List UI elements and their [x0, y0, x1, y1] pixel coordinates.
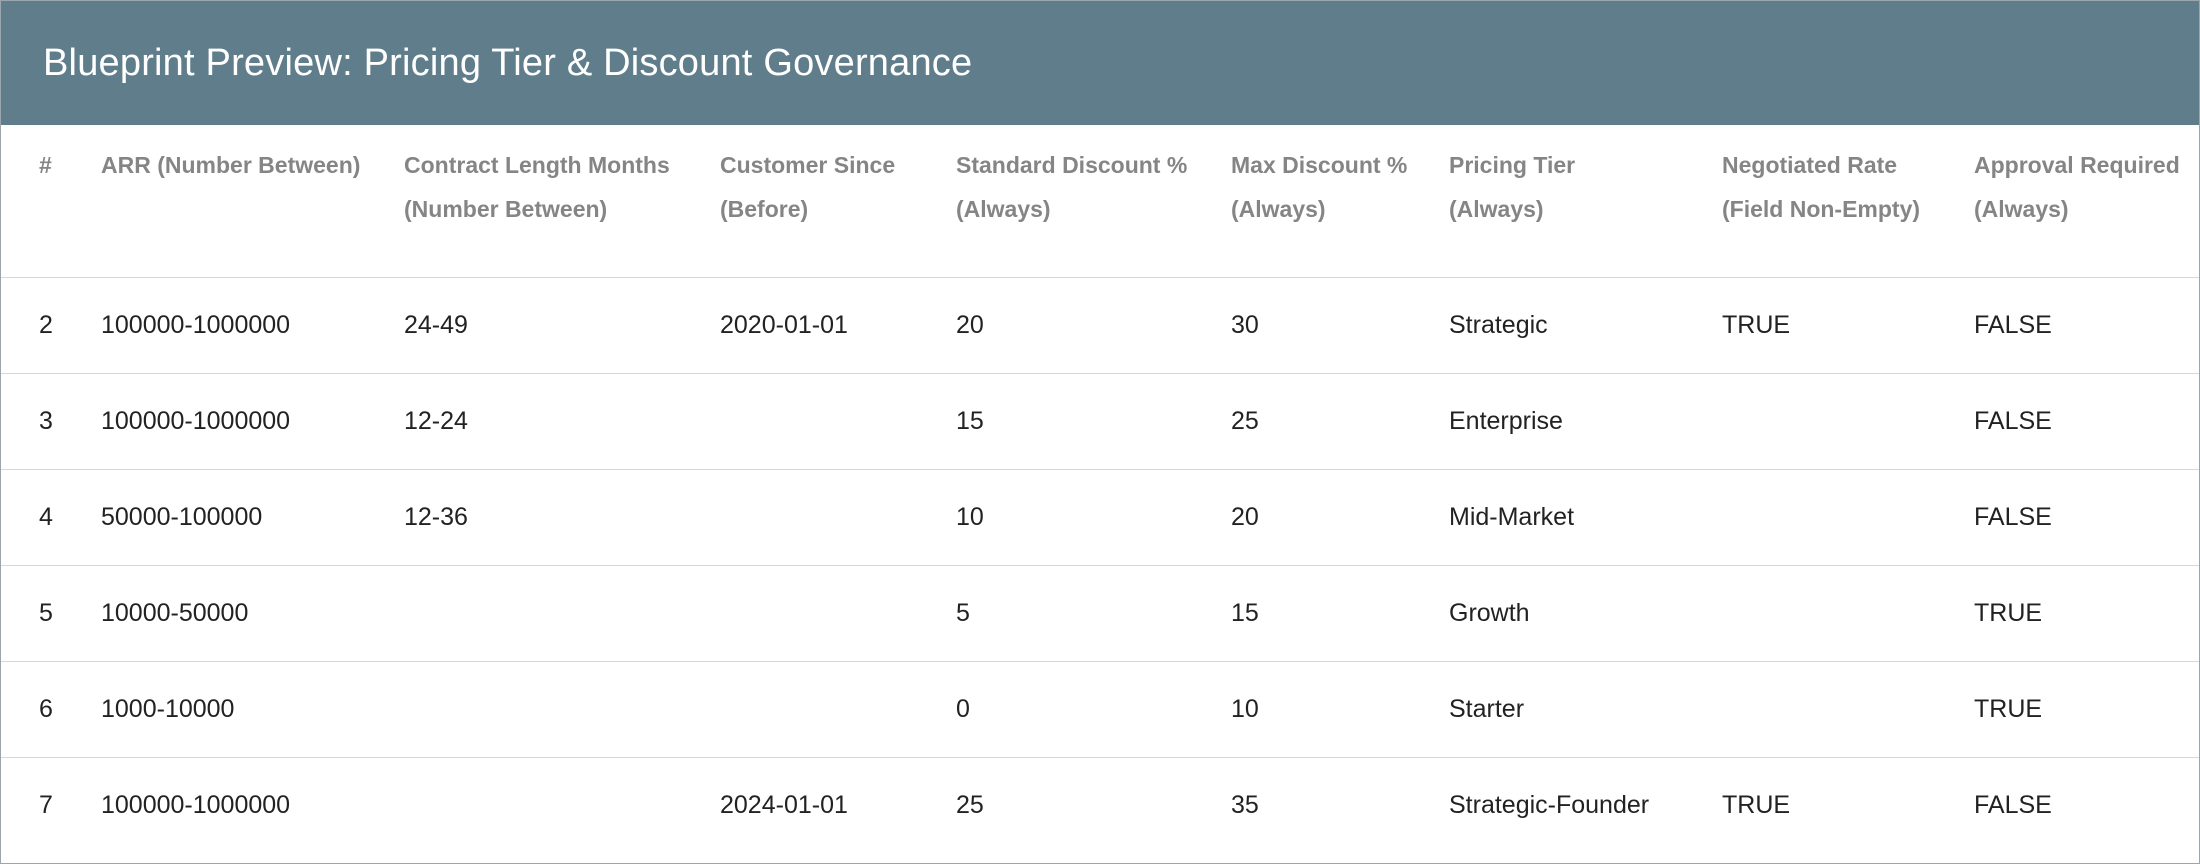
cell-arr: 100000-1000000 — [101, 277, 404, 374]
column-header-index: # — [1, 125, 101, 278]
column-header-label: Approval Required — [1974, 152, 2180, 178]
cell-index: 6 — [1, 661, 101, 758]
cell-contract-length — [404, 565, 720, 662]
cell-contract-length: 24-49 — [404, 277, 720, 374]
cell-arr: 10000-50000 — [101, 565, 404, 662]
column-header-label: Standard Discount % — [956, 152, 1188, 178]
cell-contract-length — [404, 661, 720, 758]
column-header-sublabel: (Always) — [1231, 196, 1326, 222]
cell-arr: 100000-1000000 — [101, 373, 404, 470]
column-header-arr: ARR (Number Between) — [101, 125, 404, 278]
cell-index: 7 — [39, 790, 53, 819]
blueprint-preview-panel: Blueprint Preview: Pricing Tier & Discou… — [0, 0, 2200, 864]
cell-index: 4 — [1, 469, 101, 566]
cell-negotiated-rate — [1722, 565, 1974, 662]
column-header-label: Customer Since — [720, 152, 896, 178]
table-header-row: # ARR (Number Between) Contract Length Mon… — [1, 125, 2199, 278]
column-header-contract-length: Contract Length Months (Number Between) — [404, 125, 720, 278]
cell-standard-discount: 0 — [956, 661, 1231, 758]
cell-pricing-tier: Strategic — [1449, 277, 1722, 374]
cell-customer-since — [720, 373, 956, 470]
cell-standard-discount: 20 — [956, 277, 1231, 374]
page-title: Blueprint Preview: Pricing Tier & Discou… — [43, 41, 973, 84]
column-header-pricing-tier: Pricing Tier (Always) — [1449, 125, 1722, 278]
cell-approval-required: FALSE — [1974, 277, 2199, 374]
table-row: 7 100000-1000000 2024-01-01 25 35 Strategic-F… — [1, 757, 2199, 853]
cell-customer-since — [720, 565, 956, 662]
column-header-standard-discount: Standard Discount % (Always) — [956, 125, 1231, 278]
column-header-max-discount: Max Discount % (Always) — [1231, 125, 1449, 278]
cell-index: 2 — [1, 277, 101, 374]
column-header-label: Contract Length Months — [404, 152, 670, 178]
column-header-label: # — [39, 152, 52, 178]
cell-arr: 1000-10000 — [101, 661, 404, 758]
cell-negotiated-rate — [1722, 469, 1974, 566]
cell-customer-since: 2024-01-01 — [720, 790, 848, 819]
cell-standard-discount: 25 — [956, 790, 984, 819]
column-header-label: Pricing Tier — [1449, 152, 1576, 178]
cell-customer-since: 2020-01-01 — [720, 277, 956, 374]
cell-pricing-tier: Growth — [1449, 565, 1722, 662]
column-header-sublabel: (Always) — [1449, 196, 1544, 222]
cell-max-discount: 25 — [1231, 373, 1449, 470]
cell-negotiated-rate: TRUE — [1722, 277, 1974, 374]
column-header-label: Negotiated Rate — [1722, 152, 1898, 178]
cell-negotiated-rate: TRUE — [1722, 790, 1791, 819]
cell-pricing-tier: Enterprise — [1449, 373, 1722, 470]
cell-max-discount: 35 — [1231, 790, 1259, 819]
cell-max-discount: 30 — [1231, 277, 1449, 374]
cell-standard-discount: 5 — [956, 565, 1231, 662]
cell-approval-required: FALSE — [1974, 373, 2199, 470]
table-row: 3 100000-1000000 12-24 15 25 Enterprise FALSE — [1, 373, 2199, 470]
column-header-label: ARR (Number Between) — [101, 152, 361, 178]
rules-table: # ARR (Number Between) Contract Length Mon… — [1, 125, 2199, 853]
cell-index: 5 — [1, 565, 101, 662]
cell-customer-since — [720, 469, 956, 566]
cell-negotiated-rate — [1722, 661, 1974, 758]
cell-approval-required: TRUE — [1974, 565, 2199, 662]
column-header-label: Max Discount % — [1231, 152, 1408, 178]
column-header-sublabel: (Always) — [956, 196, 1051, 222]
cell-max-discount: 10 — [1231, 661, 1449, 758]
cell-pricing-tier: Starter — [1449, 661, 1722, 758]
cell-contract-length: 12-36 — [404, 469, 720, 566]
title-bar: Blueprint Preview: Pricing Tier & Discou… — [1, 1, 2199, 125]
cell-customer-since — [720, 661, 956, 758]
cell-standard-discount: 10 — [956, 469, 1231, 566]
cell-arr: 100000-1000000 — [101, 790, 291, 819]
column-header-sublabel: (Field Non-Empty) — [1722, 196, 1921, 222]
cell-index: 3 — [1, 373, 101, 470]
cell-max-discount: 20 — [1231, 469, 1449, 566]
cell-pricing-tier: Strategic-Founder — [1449, 790, 1650, 819]
cell-negotiated-rate — [1722, 373, 1974, 470]
cell-contract-length — [404, 757, 720, 853]
cell-approval-required: FALSE — [1974, 790, 2052, 819]
column-header-sublabel: (Always) — [1974, 196, 2069, 222]
cell-arr: 50000-100000 — [101, 469, 404, 566]
cell-max-discount: 15 — [1231, 565, 1449, 662]
cell-approval-required: TRUE — [1974, 661, 2199, 758]
column-header-sublabel: (Before) — [720, 196, 809, 222]
cell-contract-length: 12-24 — [404, 373, 720, 470]
column-header-sublabel: (Number Between) — [404, 196, 608, 222]
cell-standard-discount: 15 — [956, 373, 1231, 470]
column-header-negotiated-rate: Negotiated Rate (Field Non-Empty) — [1722, 125, 1974, 278]
column-header-customer-since: Customer Since (Before) — [720, 125, 956, 278]
cell-pricing-tier: Mid-Market — [1449, 469, 1722, 566]
column-header-approval-required: Approval Required (Always) — [1974, 125, 2199, 278]
table-row: 5 10000-50000 5 15 Growth TRUE — [1, 565, 2199, 662]
table-row: 4 50000-100000 12-36 10 20 Mid-Market FALSE — [1, 469, 2199, 566]
table-row: 2 100000-1000000 24-49 2020-01-01 20 30 Strate… — [1, 277, 2199, 374]
table-row: 6 1000-10000 0 10 Starter TRUE — [1, 661, 2199, 758]
cell-approval-required: FALSE — [1974, 469, 2199, 566]
